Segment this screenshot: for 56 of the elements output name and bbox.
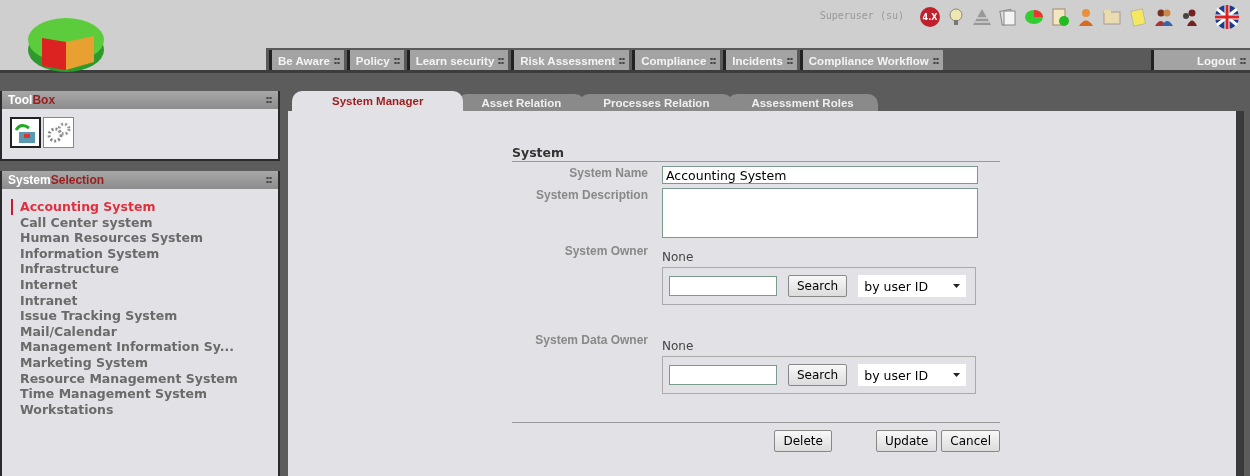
system-item[interactable]: Time Management System — [11, 386, 278, 402]
lightbulb-icon[interactable] — [946, 7, 966, 27]
system-item[interactable]: Call Center system — [11, 214, 278, 231]
search-field[interactable] — [669, 276, 777, 296]
pyramid-icon[interactable] — [972, 7, 992, 27]
system-item[interactable]: Human Resources System — [11, 230, 278, 246]
system-item[interactable]: Internet — [11, 276, 278, 293]
cancel-button[interactable]: Cancel — [941, 430, 1000, 452]
tab[interactable]: Assessment Roles — [727, 94, 878, 111]
version-badge[interactable]: 4.X — [920, 7, 940, 27]
caret-icon — [953, 373, 961, 377]
update-button[interactable]: Update — [875, 430, 938, 452]
tab[interactable]: System Manager — [292, 91, 464, 111]
system-item[interactable]: Information System — [11, 245, 278, 262]
system-item[interactable]: Intranet — [11, 292, 278, 309]
system-item[interactable]: Resource Management System — [11, 370, 278, 387]
nav-link[interactable]: Learn security — [406, 50, 509, 70]
note-icon[interactable] — [1128, 7, 1148, 27]
two-people-icon[interactable] — [1154, 7, 1174, 27]
section-title: System — [512, 145, 1000, 162]
system-item[interactable]: Infrastructure — [11, 261, 278, 277]
system-name-field[interactable]: Accounting System — [662, 166, 978, 184]
description-field[interactable] — [662, 188, 978, 238]
field-label: System Data Owner — [534, 333, 648, 349]
system-item[interactable]: Mail/Calendar — [11, 323, 278, 340]
search-field[interactable] — [669, 365, 777, 385]
nav-link[interactable]: Compliance Workflow — [799, 50, 943, 70]
search-button[interactable]: Search — [788, 275, 848, 297]
owner-value: None — [662, 250, 695, 264]
logout-link[interactable]: Logout — [1151, 50, 1250, 70]
search-mode-dropdown[interactable]: by user ID — [858, 364, 967, 386]
nav-link[interactable]: Compliance — [632, 50, 721, 70]
documents-icon[interactable] — [998, 7, 1018, 27]
field-label: System Name — [568, 166, 648, 182]
delete-button[interactable]: Delete — [774, 430, 832, 452]
field-label: System Owner — [563, 244, 648, 260]
panel-header: ToolBox — [2, 91, 278, 109]
nav-link[interactable]: Risk Assessment — [511, 50, 630, 70]
flag-icon[interactable] — [1214, 4, 1240, 30]
system-item[interactable]: Marketing System — [11, 354, 278, 371]
system-item[interactable]: Issue Tracking System — [11, 308, 278, 324]
panel-header: SystemSelection — [2, 171, 278, 189]
field-label: System Description — [534, 188, 648, 204]
owner-value: None — [662, 339, 695, 353]
search-button[interactable]: Search — [788, 364, 848, 386]
caret-icon — [953, 284, 961, 288]
nav-link[interactable]: Incidents — [723, 50, 797, 70]
system-item[interactable]: Workstations — [11, 401, 278, 418]
system-item[interactable]: Management Information Sy... — [11, 339, 278, 355]
nav-link[interactable]: Be Aware — [269, 50, 344, 70]
system-item[interactable]: Accounting System — [11, 199, 278, 215]
search-mode-dropdown[interactable]: by user ID — [858, 275, 967, 297]
pie-chart-icon[interactable] — [1024, 7, 1044, 27]
nav-link[interactable]: Policy — [346, 50, 404, 70]
game-pieces-icon[interactable] — [1180, 7, 1200, 27]
person-icon[interactable] — [1076, 7, 1096, 27]
